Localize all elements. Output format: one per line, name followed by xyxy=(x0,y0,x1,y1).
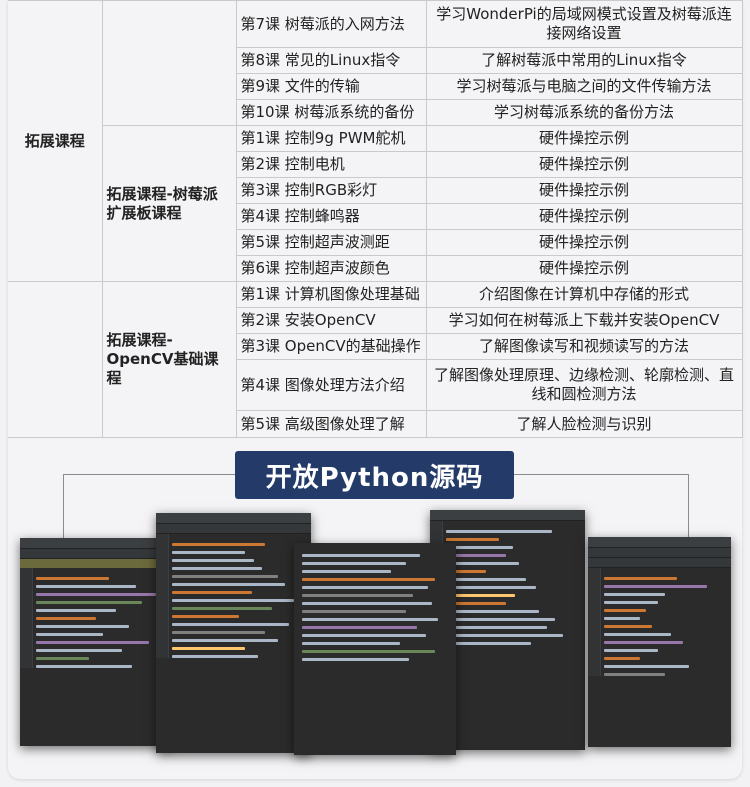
section-banner: 开放Python源码 xyxy=(235,451,514,499)
code-screenshot-5 xyxy=(588,537,731,747)
code-screenshot-2 xyxy=(156,513,311,753)
lesson-description: 硬件操控示例 xyxy=(425,255,743,282)
lesson-description: 了解图像处理原理、边缘检测、轮廓检测、直线和圆检测方法 xyxy=(425,359,743,411)
lesson-name: 第5课 高级图像处理了解 xyxy=(235,410,427,438)
sub-category-empty xyxy=(101,0,237,126)
lesson-name: 第4课 图像处理方法介绍 xyxy=(235,359,427,411)
lesson-name: 第6课 控制超声波颜色 xyxy=(235,255,427,282)
lesson-name: 第4课 控制蜂鸣器 xyxy=(235,203,427,230)
major-category-label: 拓展课程 xyxy=(8,0,103,282)
table-row: 拓展课程-树莓派扩展板课程 第1课 控制9g PWM舵机 硬件操控示例 xyxy=(8,125,743,282)
lesson-description: 了解人脸检测与识别 xyxy=(425,410,743,438)
lesson-description: 硬件操控示例 xyxy=(425,229,743,256)
lesson-description: 了解树莓派中常用的Linux指令 xyxy=(425,47,743,74)
lesson-name: 第5课 控制超声波测距 xyxy=(235,229,427,256)
lesson-description: 学习如何在树莓派上下载并安装OpenCV xyxy=(425,307,743,334)
sub-category-label: 拓展课程-树莓派扩展板课程 xyxy=(101,125,237,282)
lesson-name: 第1课 计算机图像处理基础 xyxy=(235,281,427,308)
lesson-description: 硬件操控示例 xyxy=(425,203,743,230)
lesson-name: 第8课 常见的Linux指令 xyxy=(235,47,427,74)
lesson-description: 硬件操控示例 xyxy=(425,177,743,204)
lesson-name: 第3课 OpenCV的基础操作 xyxy=(235,333,427,360)
lesson-name: 第2课 控制电机 xyxy=(235,151,427,178)
lesson-description: 硬件操控示例 xyxy=(425,151,743,178)
table-row: 拓展课程-OpenCV基础课程 第1课 计算机图像处理基础 介绍图像在计算机中存… xyxy=(8,281,743,438)
lesson-name: 第9课 文件的传输 xyxy=(235,73,427,100)
lesson-name: 第7课 树莓派的入网方法 xyxy=(235,0,427,48)
course-table: 拓展课程 第7课 树莓派的入网方法 学习WonderPi的局域网模式设置及树莓派… xyxy=(8,0,743,438)
lesson-name: 第1课 控制9g PWM舵机 xyxy=(235,125,427,152)
lesson-description: 学习树莓派与电脑之间的文件传输方法 xyxy=(425,73,743,100)
lesson-description: 学习WonderPi的局域网模式设置及树莓派连接网络设置 xyxy=(425,0,743,48)
lesson-description: 了解图像读写和视频读写的方法 xyxy=(425,333,743,360)
lesson-name: 第10课 树莓派系统的备份 xyxy=(235,99,427,126)
lesson-description: 学习树莓派系统的备份方法 xyxy=(425,99,743,126)
lesson-description: 硬件操控示例 xyxy=(425,125,743,152)
major-category-empty xyxy=(8,281,103,438)
lesson-name: 第3课 控制RGB彩灯 xyxy=(235,177,427,204)
code-screenshot-3 xyxy=(294,543,456,755)
lesson-description: 介绍图像在计算机中存储的形式 xyxy=(425,281,743,308)
table-row: 拓展课程 第7课 树莓派的入网方法 学习WonderPi的局域网模式设置及树莓派… xyxy=(8,0,743,282)
sub-category-label: 拓展课程-OpenCV基础课程 xyxy=(101,281,237,438)
code-screenshot-1 xyxy=(20,538,175,746)
lesson-name: 第2课 安装OpenCV xyxy=(235,307,427,334)
